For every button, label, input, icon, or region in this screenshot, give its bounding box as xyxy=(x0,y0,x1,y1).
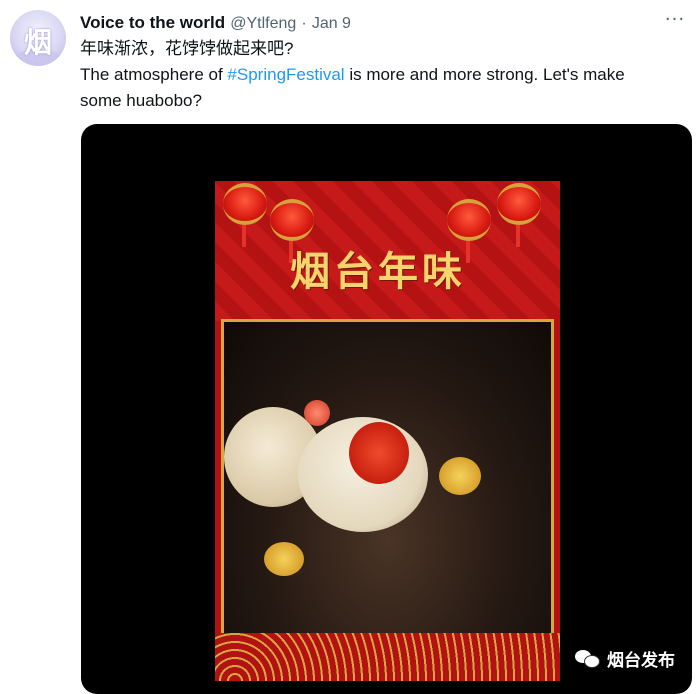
yellow-decoration xyxy=(264,542,304,576)
watermark-text: 烟台发布 xyxy=(607,650,675,671)
tweet-text-line-2: The atmosphere of #SpringFestival is mor… xyxy=(80,62,680,88)
avatar-glyph: 烟 xyxy=(23,26,52,59)
tweet-text: 年味渐浓，花饽饽做起来吧? The atmosphere of #SpringF… xyxy=(80,36,680,114)
poster-title: 烟台年味 xyxy=(290,248,466,295)
poster-frame xyxy=(221,319,554,637)
tweet-text-segment: The atmosphere of xyxy=(80,65,228,84)
wechat-icon xyxy=(575,648,601,668)
lantern-icon xyxy=(270,199,314,263)
poster-wave-border xyxy=(215,633,560,681)
pink-decoration xyxy=(304,400,330,426)
hashtag-link[interactable]: #SpringFestival xyxy=(227,65,344,84)
video-poster: 烟台年味 xyxy=(215,181,560,681)
tweet-header: Voice to the world @Ytlfeng · Jan 9 xyxy=(80,13,351,33)
media-video[interactable]: 烟台年味 xyxy=(81,124,692,694)
author-name[interactable]: Voice to the world xyxy=(80,13,225,32)
header-separator: · xyxy=(301,15,307,32)
yellow-decoration xyxy=(439,457,481,495)
author-handle[interactable]: @Ytlfeng xyxy=(230,15,296,32)
lantern-icon xyxy=(497,183,541,247)
more-options-icon[interactable]: ··· xyxy=(660,8,690,32)
tweet-text-line-1: 年味渐浓，花饽饽做起来吧? xyxy=(80,39,294,58)
red-flower-decoration xyxy=(349,422,409,484)
watermark: 烟台发布 xyxy=(575,646,675,671)
tweet-date[interactable]: Jan 9 xyxy=(312,15,351,32)
tweet-text-line-3: some huabobo? xyxy=(80,91,202,110)
avatar[interactable]: 烟 xyxy=(10,10,66,66)
lantern-icon xyxy=(447,199,491,263)
lantern-icon xyxy=(223,183,267,247)
tweet-text-segment: is more and more strong. Let's make xyxy=(344,65,625,84)
